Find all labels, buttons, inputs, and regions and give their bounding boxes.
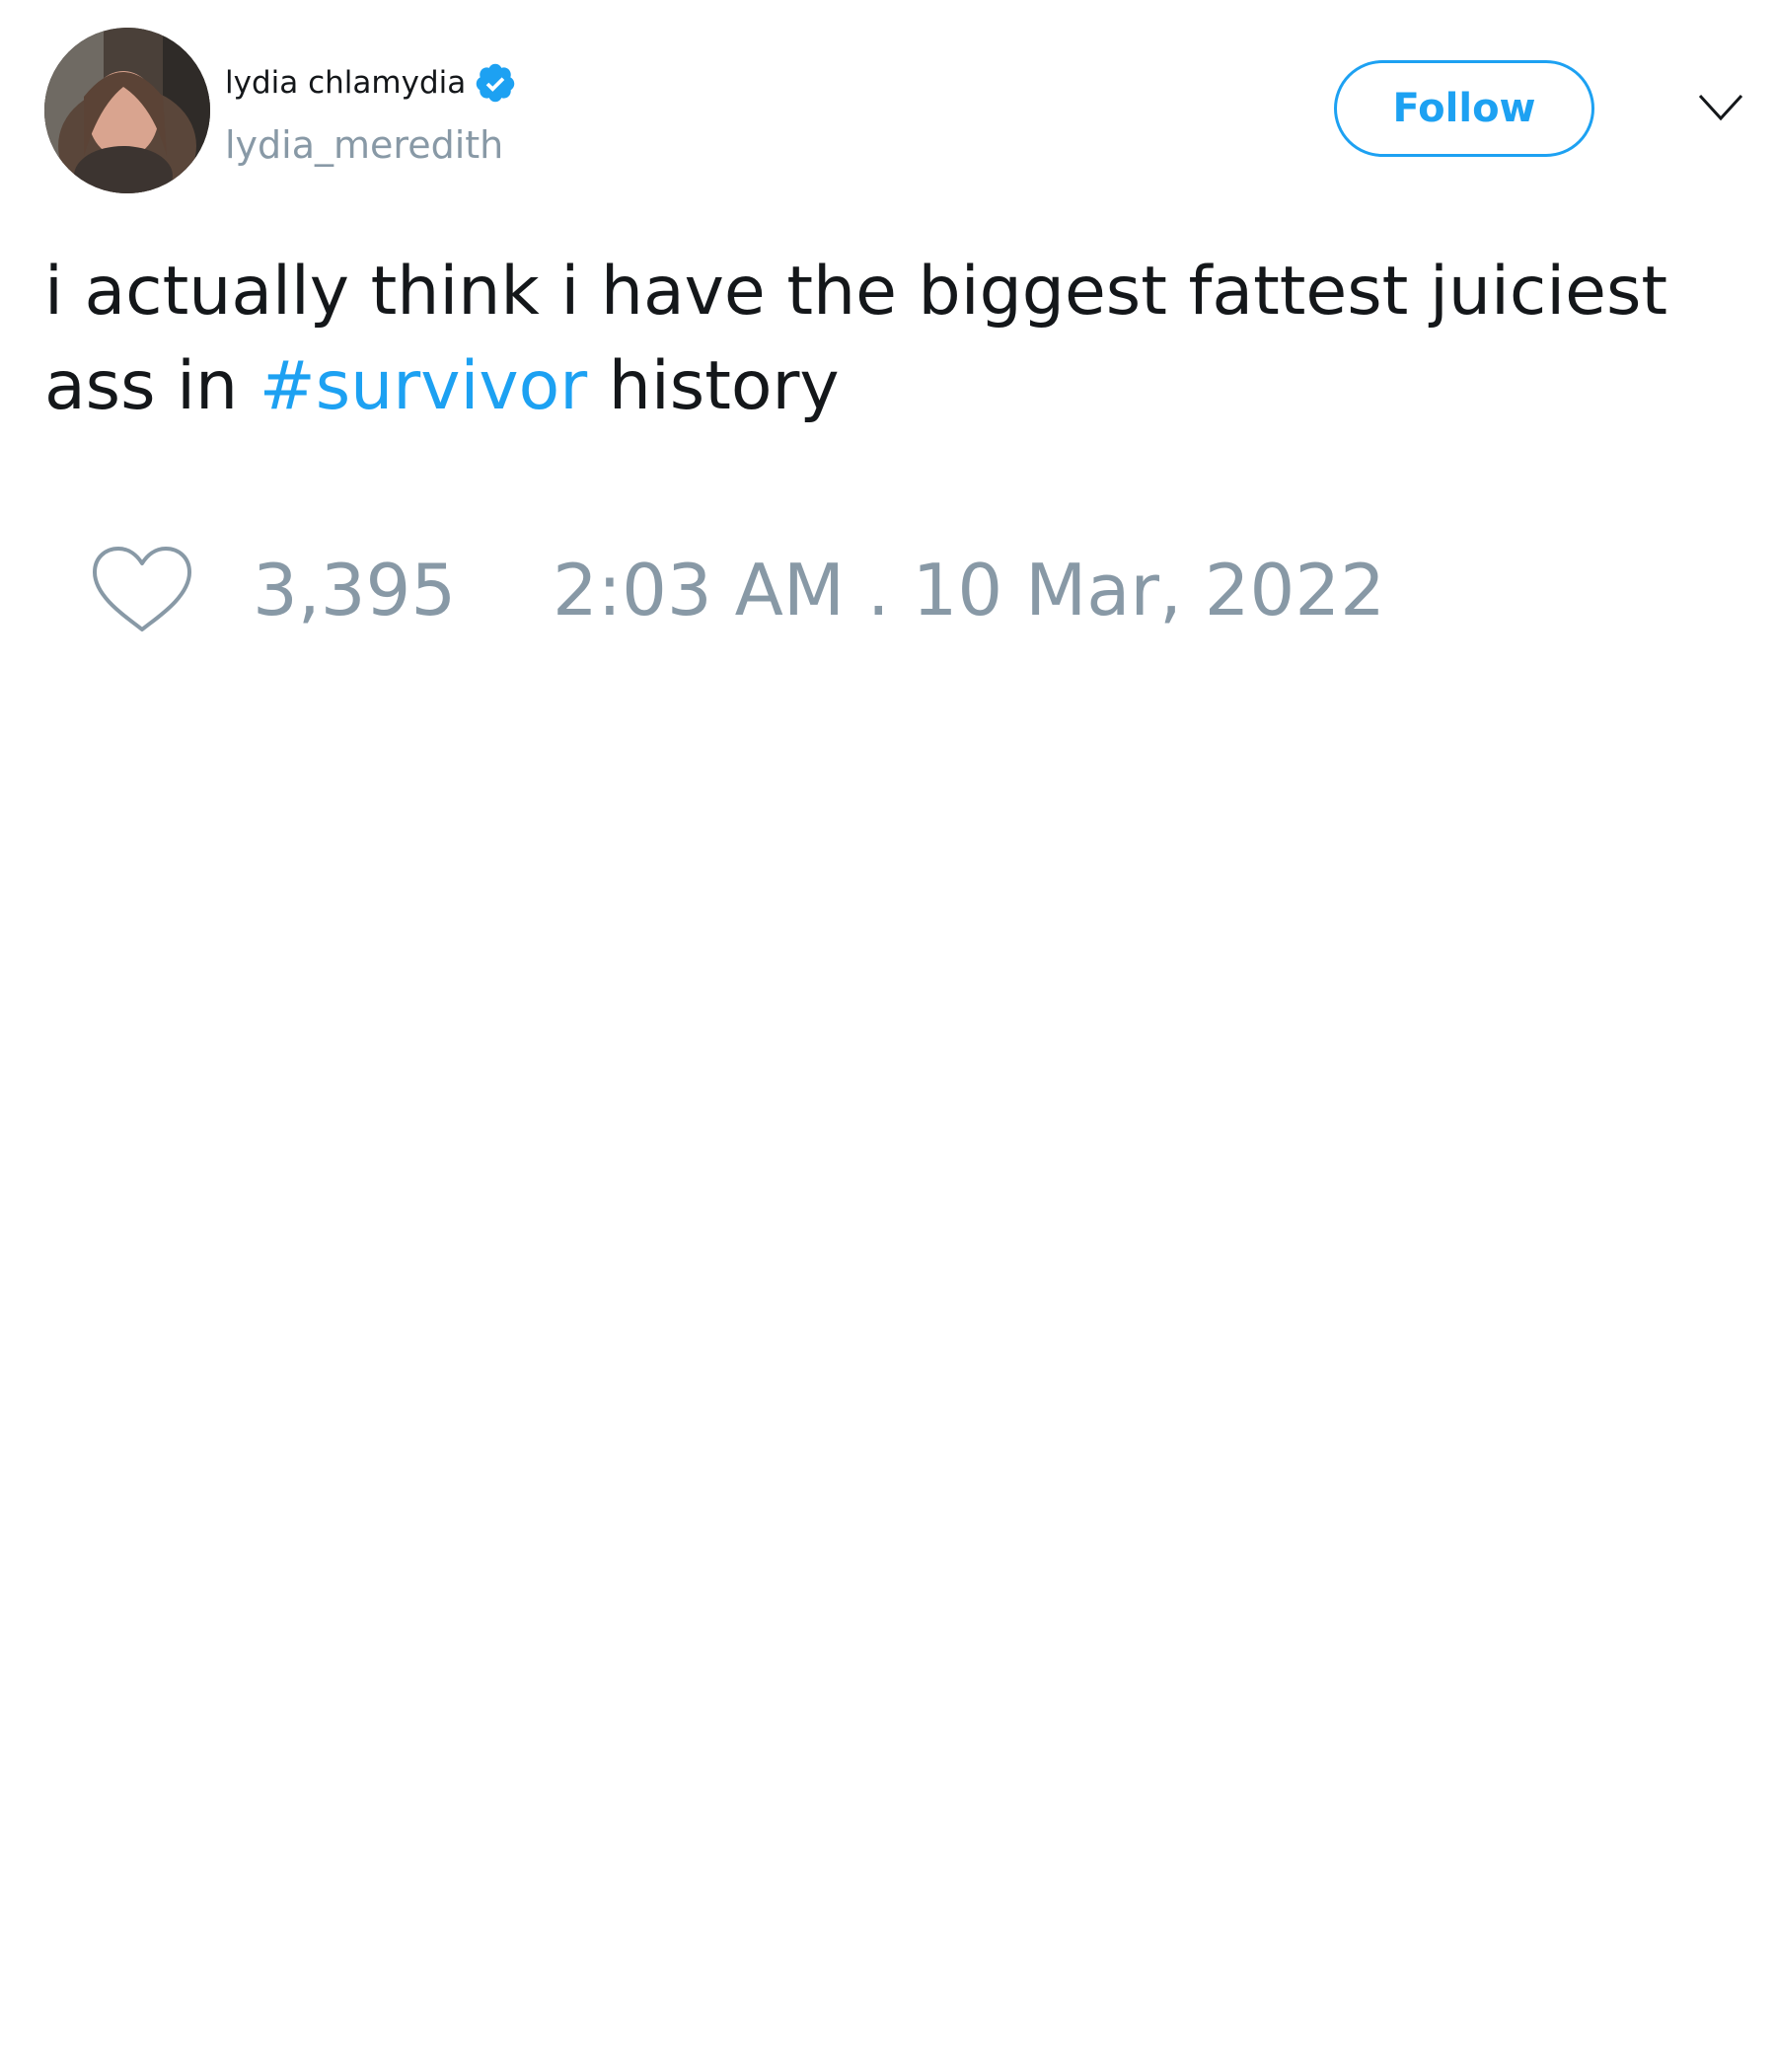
tweet-text-after: history <box>587 347 840 425</box>
tweet-text: i actually think i have the biggest fatt… <box>44 245 1741 434</box>
tweet-timestamp[interactable]: 2:03 AM . 10 Mar, 2022 <box>553 551 1385 629</box>
tweet-card: lydia chlamydia lydia_meredith Follow i … <box>0 0 1776 2072</box>
verified-badge-icon <box>474 61 517 105</box>
display-name-row: lydia chlamydia <box>225 59 517 107</box>
like-count[interactable]: 3,395 <box>253 551 456 629</box>
display-name[interactable]: lydia chlamydia <box>225 67 466 99</box>
follow-button[interactable]: Follow <box>1334 60 1594 157</box>
hashtag-link[interactable]: #survivor <box>259 347 587 425</box>
chevron-down-icon[interactable] <box>1697 93 1744 122</box>
heart-icon[interactable] <box>91 545 193 635</box>
avatar[interactable] <box>44 28 210 193</box>
avatar-photo <box>44 28 210 193</box>
user-handle[interactable]: lydia_meredith <box>225 126 503 164</box>
